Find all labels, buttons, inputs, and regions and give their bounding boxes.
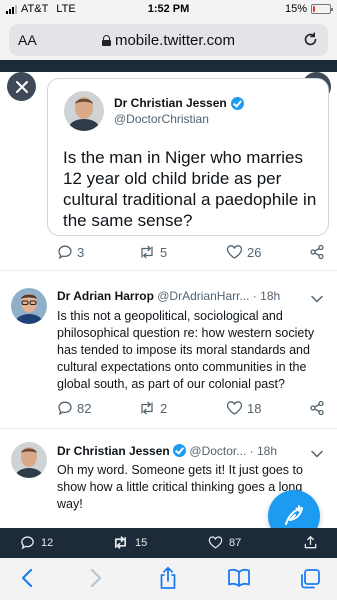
quoted-author-name[interactable]: Dr Christian Jessen bbox=[114, 96, 227, 110]
reply-icon bbox=[21, 536, 34, 550]
avatar[interactable] bbox=[11, 442, 47, 478]
battery-level bbox=[313, 6, 315, 12]
like-button[interactable]: 18 bbox=[226, 400, 261, 416]
quoted-author-row: Dr Christian Jessen bbox=[114, 96, 244, 110]
address-bar[interactable]: AA mobile.twitter.com bbox=[9, 24, 328, 56]
reply-header: Dr Adrian Harrop @DrAdrianHarr... · 18h bbox=[57, 289, 280, 303]
reload-icon[interactable] bbox=[302, 31, 319, 53]
reply-icon bbox=[58, 245, 72, 260]
browser-toolbar bbox=[0, 558, 337, 600]
like-button[interactable]: 26 bbox=[226, 244, 261, 260]
avatar[interactable] bbox=[64, 91, 104, 131]
quoted-author-handle[interactable]: @DoctorChristian bbox=[114, 112, 209, 126]
verified-badge-icon bbox=[230, 96, 244, 110]
heart-icon bbox=[208, 536, 223, 549]
reply-text: Is this not a geopolitical, sociological… bbox=[57, 309, 315, 391]
retweet-count: 5 bbox=[160, 244, 168, 260]
close-icon[interactable] bbox=[7, 72, 36, 101]
url-text: mobile.twitter.com bbox=[114, 32, 236, 49]
quoted-tweet-actions: 3 5 26 bbox=[0, 244, 337, 262]
reply-time[interactable]: 18h bbox=[257, 444, 277, 458]
compose-feather-icon bbox=[285, 505, 303, 525]
reply-author-handle[interactable]: @Doctor... bbox=[189, 444, 246, 458]
like-count: 18 bbox=[247, 400, 262, 416]
verified-badge-icon bbox=[173, 444, 187, 457]
share-icon bbox=[310, 244, 324, 260]
like-count: 87 bbox=[229, 536, 242, 549]
tabs-icon[interactable] bbox=[299, 568, 321, 595]
reply-count: 3 bbox=[77, 244, 85, 260]
share-icon bbox=[310, 400, 324, 416]
retweet-button[interactable]: 15 bbox=[112, 535, 147, 550]
like-button[interactable]: 87 bbox=[208, 535, 241, 550]
like-count: 26 bbox=[247, 244, 262, 260]
reply-count: 82 bbox=[77, 400, 92, 416]
reply-button[interactable]: 12 bbox=[20, 535, 53, 550]
retweet-icon bbox=[114, 536, 127, 549]
back-chevron-icon[interactable] bbox=[20, 568, 34, 593]
retweet-count: 2 bbox=[160, 400, 168, 416]
time-separator: · bbox=[252, 289, 257, 303]
forward-chevron-icon[interactable] bbox=[89, 568, 103, 593]
retweet-button[interactable]: 5 bbox=[138, 244, 167, 260]
retweet-button[interactable]: 2 bbox=[138, 400, 167, 416]
divider bbox=[0, 428, 337, 429]
retweet-icon bbox=[141, 245, 153, 259]
divider bbox=[0, 270, 337, 271]
reply-author-name[interactable]: Dr Christian Jessen bbox=[57, 444, 170, 458]
share-button[interactable] bbox=[303, 535, 318, 550]
quoted-tweet-text: Is the man in Niger who marries 12 year … bbox=[63, 148, 317, 230]
share-button[interactable] bbox=[309, 244, 325, 260]
lock-icon bbox=[101, 35, 111, 46]
heart-icon bbox=[226, 401, 243, 415]
time-separator: · bbox=[249, 444, 254, 458]
share-button[interactable] bbox=[309, 400, 325, 416]
status-right: 15% bbox=[284, 3, 333, 15]
browser-address-area: AA mobile.twitter.com bbox=[0, 20, 337, 60]
reply-time[interactable]: 18h bbox=[260, 289, 280, 303]
quoted-tweet-card[interactable]: Dr Christian Jessen @DoctorChristian Is … bbox=[47, 78, 329, 236]
tweet-stats-bar: 12 15 87 bbox=[0, 528, 337, 558]
reply-count: 12 bbox=[41, 536, 54, 549]
reply-header: Dr Christian Jessen @Doctor... · 18h bbox=[57, 444, 277, 458]
bookmarks-icon[interactable] bbox=[226, 568, 252, 593]
avatar[interactable] bbox=[11, 288, 47, 324]
chevron-down-icon[interactable] bbox=[311, 290, 323, 308]
retweet-count: 15 bbox=[135, 536, 148, 549]
header-strip bbox=[0, 60, 337, 72]
reply-button[interactable]: 82 bbox=[57, 400, 91, 416]
reply-author-handle[interactable]: @DrAdrianHarr... bbox=[157, 289, 249, 303]
battery-percent: 15% bbox=[284, 3, 307, 15]
chevron-down-icon[interactable] bbox=[311, 445, 323, 463]
url-field[interactable]: mobile.twitter.com bbox=[9, 32, 328, 49]
retweet-icon bbox=[141, 401, 153, 415]
reply-button[interactable]: 3 bbox=[57, 244, 84, 260]
share-sheet-icon[interactable] bbox=[158, 566, 178, 595]
tweet-content: Dr Christian Jessen @DoctorChristian Is … bbox=[0, 72, 337, 528]
reply-actions: 82 2 18 bbox=[0, 400, 337, 418]
battery-icon bbox=[311, 4, 333, 14]
status-bar: AT&T LTE 1:52 PM 15% bbox=[0, 0, 337, 20]
reply-icon bbox=[58, 401, 72, 416]
share-upload-icon bbox=[304, 536, 317, 549]
reply-author-name[interactable]: Dr Adrian Harrop bbox=[57, 289, 154, 303]
heart-icon bbox=[226, 245, 243, 259]
